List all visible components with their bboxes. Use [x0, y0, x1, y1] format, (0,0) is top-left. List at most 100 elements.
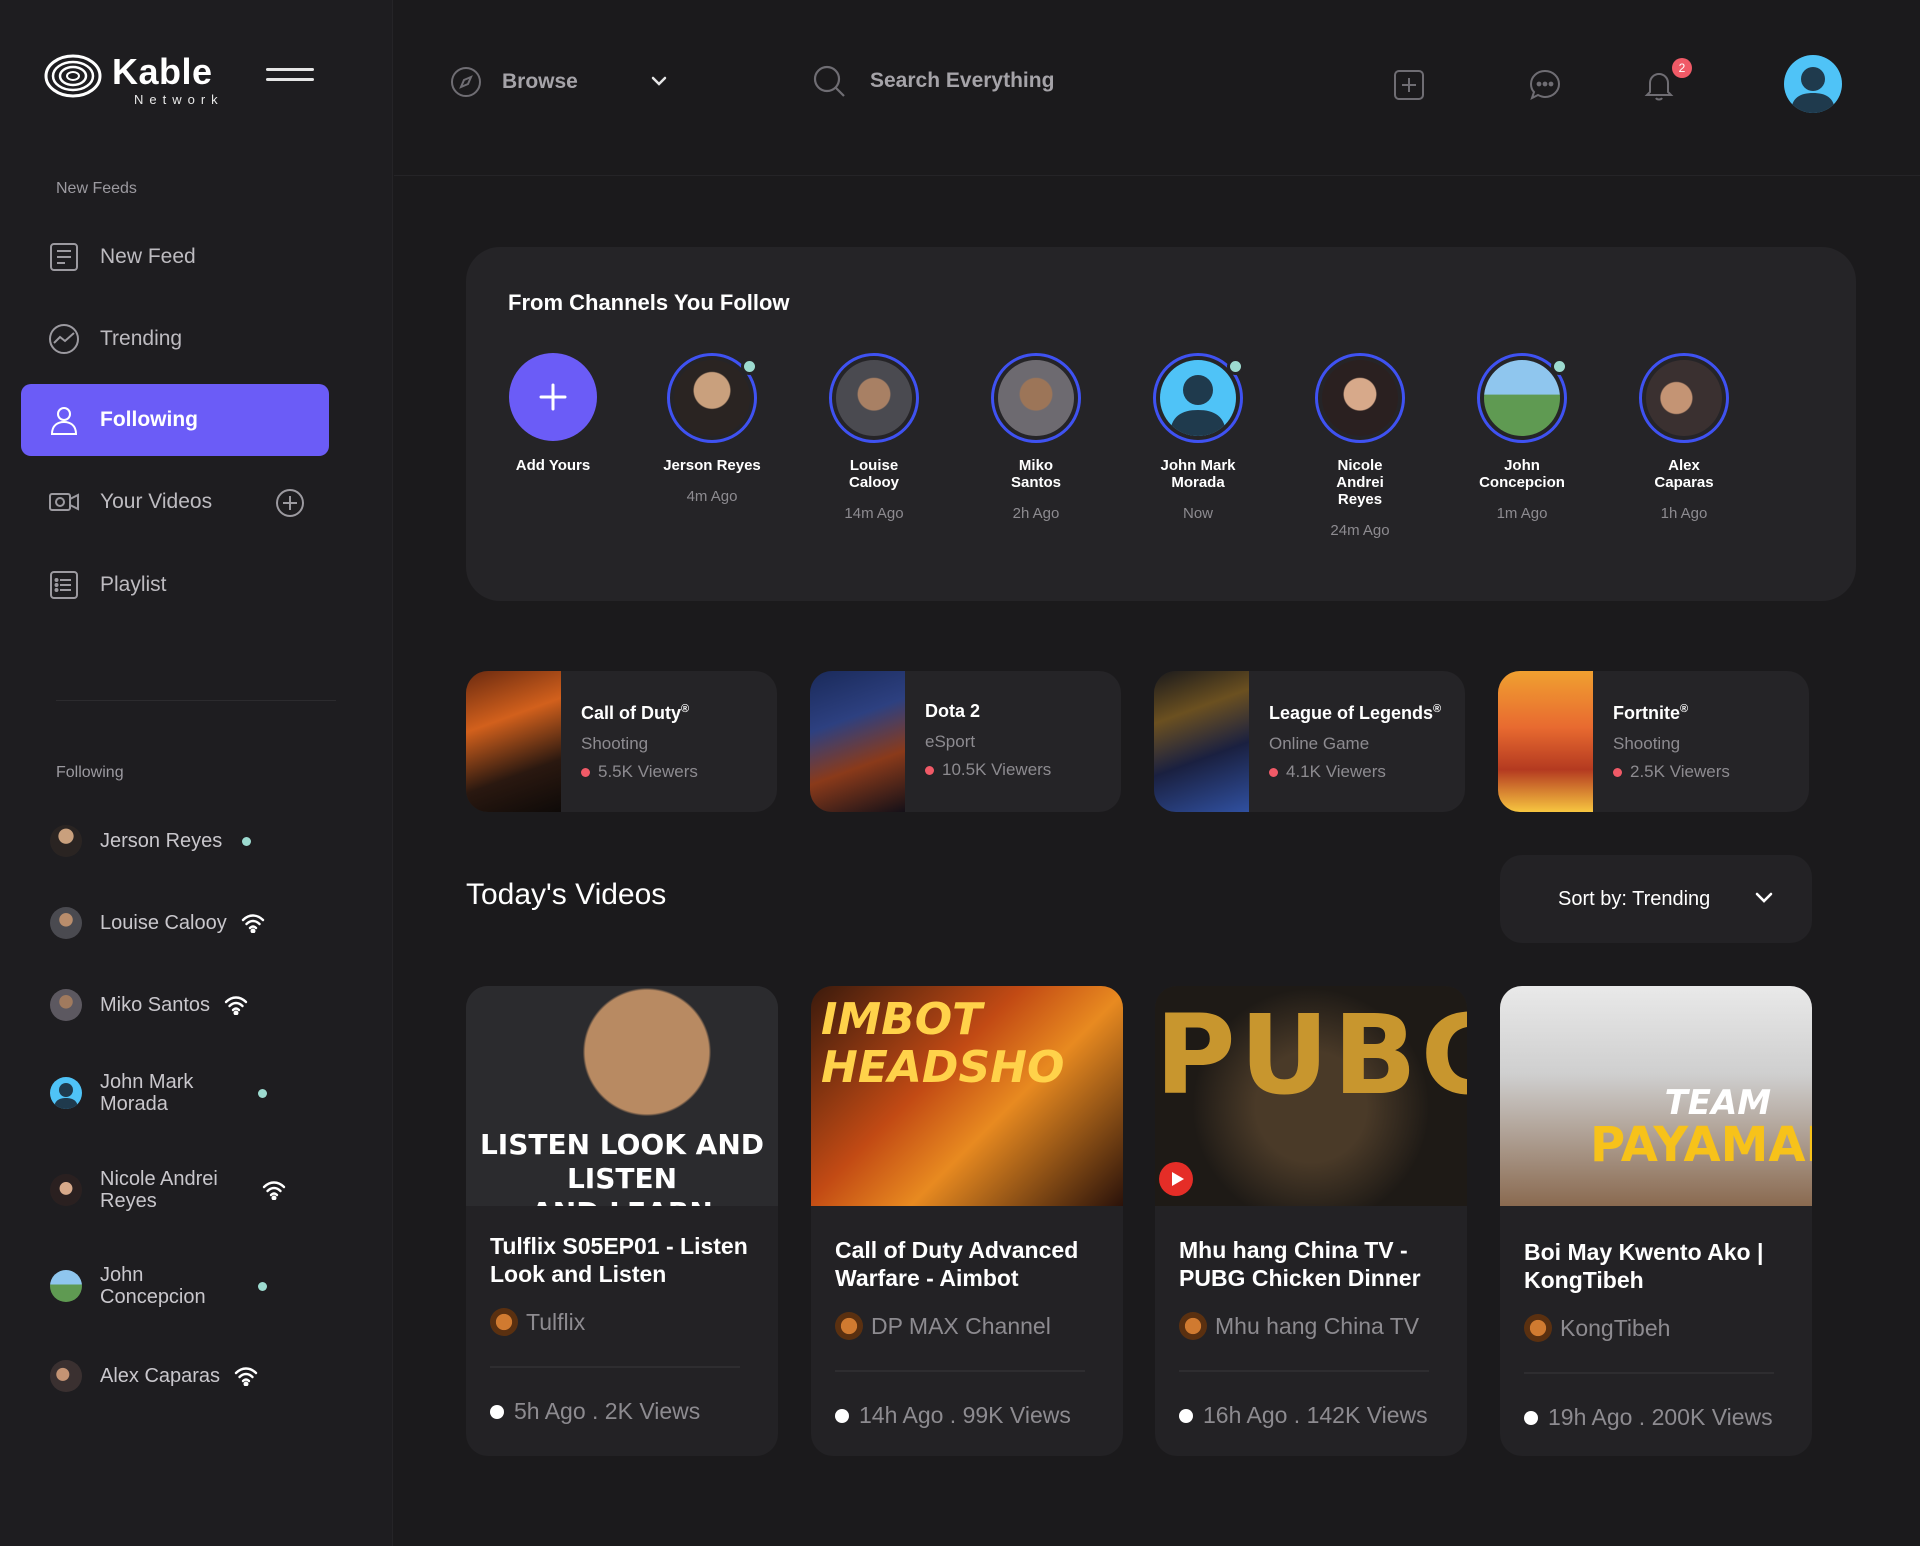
game-name: Fortnite — [1613, 703, 1680, 723]
nav-item-trending[interactable]: Trending — [21, 303, 329, 375]
game-category: Shooting — [1613, 734, 1681, 753]
game-category: Shooting — [581, 734, 649, 753]
list-icon — [50, 571, 78, 599]
channel-story[interactable]: Miko Santos 2h Ago — [971, 353, 1101, 522]
trending-icon — [49, 324, 79, 354]
following-item[interactable]: Alex Caparas — [50, 1360, 258, 1392]
registered-mark: ® — [1680, 703, 1689, 715]
game-card[interactable]: Dota 2 eSport 10.5K Viewers — [810, 671, 1121, 812]
add-video-icon[interactable] — [275, 488, 305, 518]
video-thumbnail[interactable]: LISTEN LOOK AND LISTEN AND LEARN — [466, 986, 778, 1206]
nav-item-playlist[interactable]: Playlist — [21, 549, 329, 621]
plus-icon — [509, 353, 597, 441]
channel-name[interactable]: KongTibeh — [1560, 1315, 1670, 1342]
channel-name[interactable]: Tulflix — [526, 1309, 585, 1336]
channel-story[interactable]: John Mark Morada Now — [1133, 353, 1263, 522]
channel-time: Now — [1182, 505, 1213, 522]
live-signal-icon — [262, 1181, 286, 1200]
logo-subtitle: Network — [134, 92, 224, 107]
channel-avatar — [674, 360, 750, 436]
video-card[interactable]: IMBOT HEADSHO Call of Duty Advanced Warf… — [811, 986, 1123, 1456]
following-item[interactable]: Nicole Andrei Reyes — [50, 1168, 286, 1212]
nav-item-your-videos[interactable]: Your Videos — [21, 466, 329, 538]
channel-story[interactable]: John Concepcion 1m Ago — [1457, 353, 1587, 522]
card-divider — [835, 1370, 1085, 1372]
followed-channels-card: From Channels You Follow Add Yours Jerso… — [466, 247, 1856, 601]
following-item[interactable]: Jerson Reyes — [50, 825, 252, 857]
game-name: Dota 2 — [925, 701, 981, 721]
channel-avatar — [1646, 360, 1722, 436]
following-item[interactable]: John Mark Morada — [50, 1071, 267, 1115]
browse-dropdown[interactable]: Browse — [450, 66, 667, 98]
game-viewers: 4.1K Viewers — [1286, 762, 1386, 781]
nav-item-following[interactable]: Following — [21, 384, 329, 456]
chat-icon[interactable] — [1528, 68, 1562, 102]
thumbnail-caption: AND LEARN — [466, 1196, 778, 1206]
online-status-dot — [741, 358, 758, 375]
browse-label: Browse — [502, 70, 578, 93]
nav-label: Your Videos — [100, 490, 213, 513]
sort-dropdown[interactable]: Sort by: Trending — [1500, 855, 1812, 943]
video-thumbnail[interactable]: TEAM PAYAMAN — [1500, 986, 1812, 1206]
add-story-button[interactable]: Add Yours — [508, 353, 598, 474]
channel-name: Louise Calooy — [848, 457, 899, 491]
video-card[interactable]: PUBG Mhu hang China TV - PUBG Chicken Di… — [1155, 986, 1467, 1456]
nav-label: New Feed — [100, 245, 196, 268]
channel-time: 2h Ago — [1012, 505, 1060, 522]
avatar — [50, 1174, 82, 1206]
following-name: Nicole Andrei Reyes — [100, 1168, 218, 1212]
hamburger-line — [266, 78, 314, 81]
card-divider — [490, 1366, 740, 1368]
channel-name: Miko Santos — [1010, 457, 1061, 491]
logo[interactable]: Kable Network — [44, 52, 224, 107]
channel-story[interactable]: Louise Calooy 14m Ago — [809, 353, 939, 522]
logo-title: Kable — [112, 51, 213, 92]
online-status-dot — [258, 1281, 267, 1291]
nav-label: Following — [100, 408, 198, 431]
following-item[interactable]: Louise Calooy — [50, 907, 265, 939]
following-name: Alex Caparas — [100, 1365, 221, 1387]
channel-name[interactable]: DP MAX Channel — [871, 1313, 1051, 1340]
registered-mark: ® — [1433, 703, 1442, 715]
following-item[interactable]: John Concepcion — [50, 1264, 267, 1308]
game-card[interactable]: League of Legends® Online Game 4.1K View… — [1154, 671, 1465, 812]
video-card[interactable]: LISTEN LOOK AND LISTEN AND LEARN Tulflix… — [466, 986, 778, 1456]
video-thumbnail[interactable]: PUBG — [1155, 986, 1467, 1206]
channel-story[interactable]: Nicole Andrei Reyes 24m Ago — [1295, 353, 1425, 539]
video-card[interactable]: TEAM PAYAMAN Boi May Kwento Ako | KongTi… — [1500, 986, 1812, 1456]
search-icon — [813, 65, 845, 97]
channel-avatar — [836, 360, 912, 436]
add-post-icon[interactable] — [1392, 68, 1426, 102]
channel-name[interactable]: Mhu hang China TV — [1215, 1313, 1419, 1340]
meta-dot — [835, 1408, 849, 1423]
nav-item-new-feed[interactable]: New Feed — [21, 221, 329, 293]
channel-time: 14m Ago — [844, 505, 904, 522]
game-viewers: 10.5K Viewers — [942, 760, 1052, 779]
search-input[interactable]: Search Everything — [870, 69, 1054, 93]
channel-story[interactable]: Jerson Reyes 4m Ago — [647, 353, 777, 505]
channel-name: John Mark Morada — [1160, 457, 1236, 491]
online-status-dot — [1227, 358, 1244, 375]
channel-avatar — [835, 1312, 863, 1340]
section-title-today: Today's Videos — [466, 878, 667, 911]
online-status-dot — [258, 1088, 267, 1098]
game-cover — [1498, 671, 1593, 812]
game-card[interactable]: Fortnite® Shooting 2.5K Viewers — [1498, 671, 1809, 812]
video-thumbnail[interactable]: IMBOT HEADSHO — [811, 986, 1123, 1206]
bell-icon[interactable] — [1642, 68, 1676, 102]
game-card[interactable]: Call of Duty® Shooting 5.5K Viewers — [466, 671, 777, 812]
menu-toggle-button[interactable] — [266, 68, 314, 88]
search-bar[interactable]: Search Everything — [812, 64, 1054, 98]
user-avatar[interactable] — [1784, 55, 1842, 113]
channels-title: From Channels You Follow — [508, 290, 790, 315]
play-icon[interactable] — [1159, 1162, 1193, 1196]
channel-time: 1h Ago — [1660, 505, 1708, 522]
default-avatar-icon — [1170, 375, 1226, 436]
game-cover — [1154, 671, 1249, 812]
following-name: Miko Santos — [100, 994, 211, 1016]
live-signal-icon — [234, 1367, 258, 1386]
chevron-down-icon — [1755, 892, 1773, 903]
avatar — [50, 1077, 82, 1109]
channel-story[interactable]: Alex Caparas 1h Ago — [1619, 353, 1749, 522]
following-item[interactable]: Miko Santos — [50, 989, 248, 1021]
